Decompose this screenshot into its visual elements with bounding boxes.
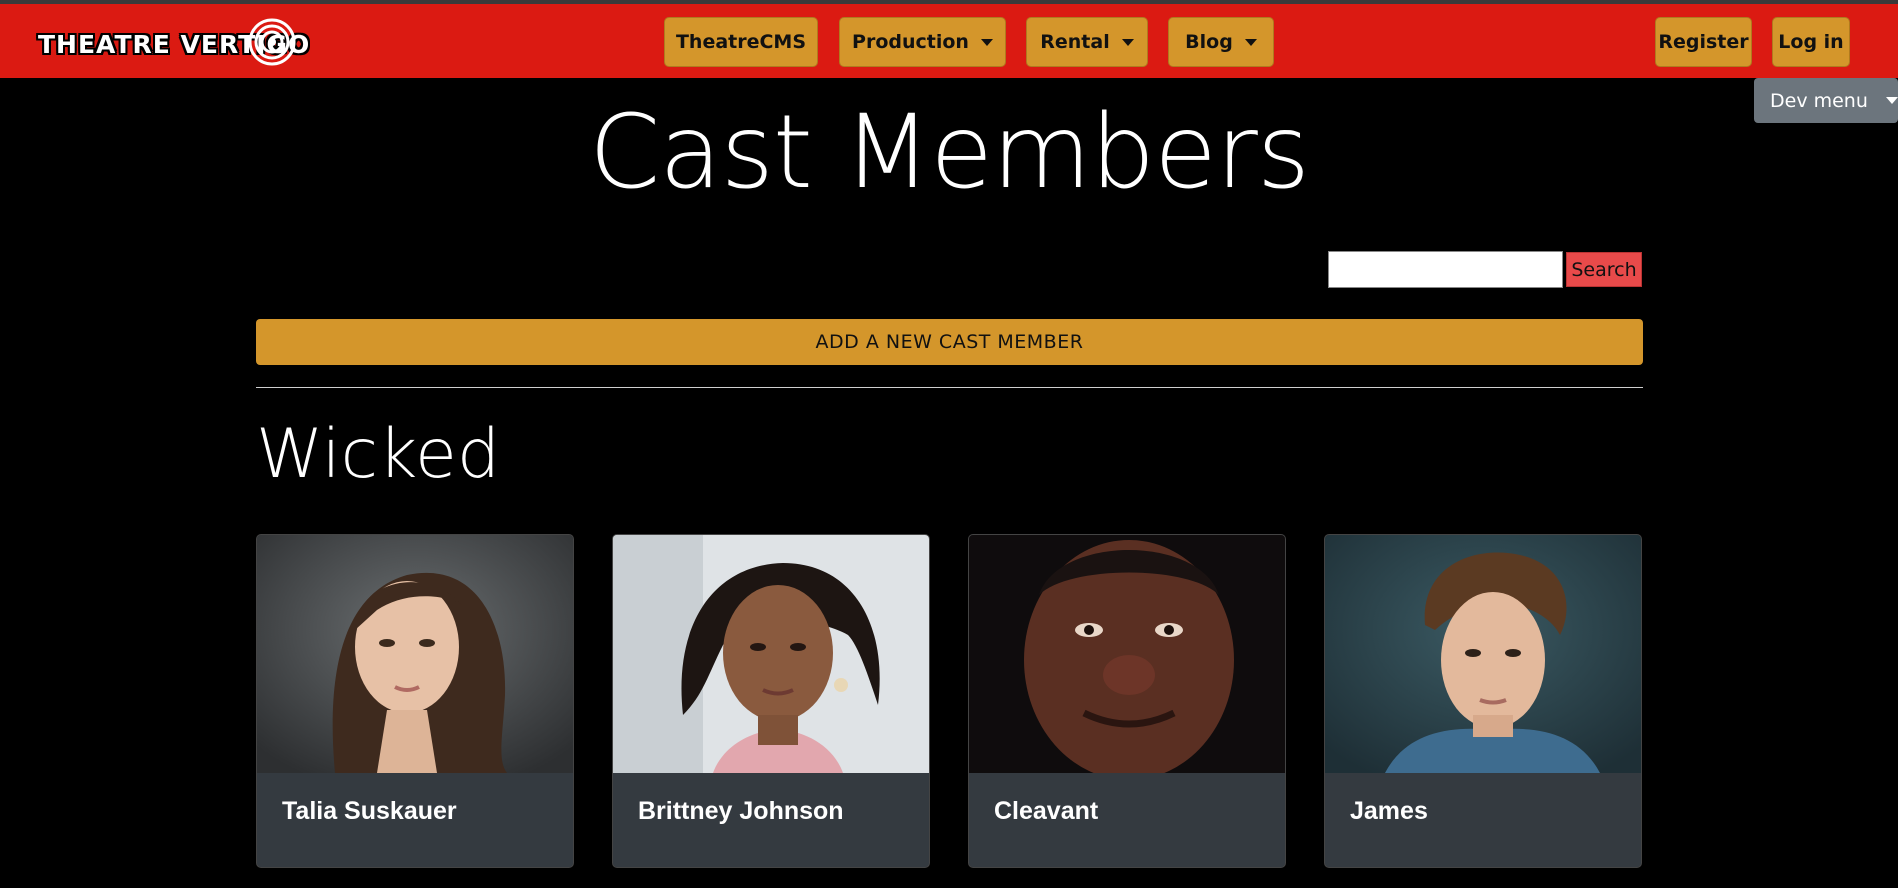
- cast-card[interactable]: Cleavant: [968, 534, 1286, 868]
- search-input[interactable]: [1328, 251, 1563, 288]
- search-button[interactable]: Search: [1566, 252, 1642, 287]
- divider: [256, 387, 1643, 388]
- cast-card[interactable]: James: [1324, 534, 1642, 868]
- register-label: Register: [1658, 31, 1749, 53]
- nav-production-dropdown[interactable]: Production: [839, 17, 1006, 67]
- nav-theatrecms-label: TheatreCMS: [675, 31, 807, 53]
- login-label: Log in: [1778, 31, 1844, 53]
- cast-photo: [613, 535, 929, 773]
- cast-name: James: [1350, 797, 1428, 825]
- brand-logo[interactable]: THEATRE VERTIGO: [38, 16, 309, 68]
- cast-card[interactable]: Brittney Johnson: [612, 534, 930, 868]
- cast-photo: [257, 535, 573, 773]
- caret-down-icon: [1244, 38, 1257, 46]
- nav-rental-label: Rental: [1040, 31, 1110, 53]
- add-cast-member-button[interactable]: ADD A NEW CAST MEMBER: [256, 319, 1643, 365]
- cast-card[interactable]: Talia Suskauer: [256, 534, 574, 868]
- nav-blog-dropdown[interactable]: Blog: [1168, 17, 1274, 67]
- cast-name: Brittney Johnson: [638, 797, 844, 825]
- nav-production-label: Production: [852, 31, 969, 53]
- cast-name: Talia Suskauer: [282, 797, 457, 825]
- cast-photo: [969, 535, 1285, 773]
- navbar: THEATRE VERTIGO TheatreCMS Production Re…: [0, 4, 1898, 78]
- caret-down-icon: [1121, 38, 1134, 46]
- page-title: Cast Members: [589, 93, 1310, 212]
- register-button[interactable]: Register: [1655, 17, 1752, 67]
- caret-down-icon: [980, 38, 993, 46]
- cast-photo: [1325, 535, 1641, 773]
- cast-name: Cleavant: [994, 797, 1099, 825]
- nav-theatrecms-button[interactable]: TheatreCMS: [664, 17, 818, 67]
- nav-rental-dropdown[interactable]: Rental: [1026, 17, 1148, 67]
- login-button[interactable]: Log in: [1772, 17, 1850, 67]
- production-title: Wicked: [256, 415, 500, 494]
- nav-blog-label: Blog: [1185, 31, 1233, 53]
- logo-rings-icon: [248, 18, 296, 66]
